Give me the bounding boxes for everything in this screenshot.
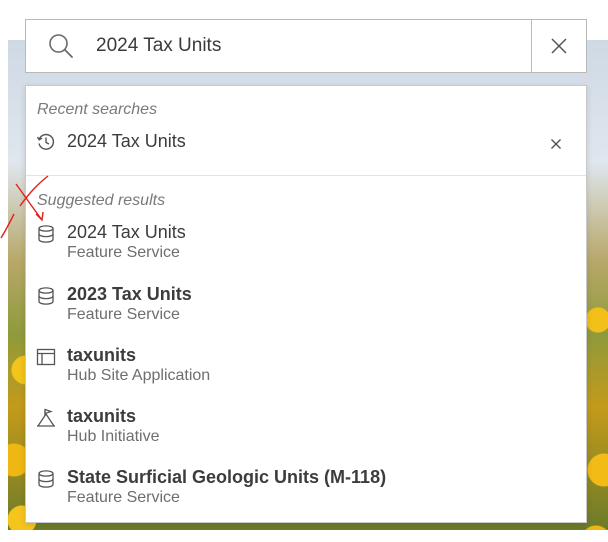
search-suggestions-dropdown: Recent searches 2024 Tax Units Suggested… xyxy=(25,85,587,523)
suggested-result-item[interactable]: taxunits Hub Initiative xyxy=(26,406,586,464)
result-title: State Surficial Geologic Units (M-118) xyxy=(67,467,387,487)
database-icon xyxy=(38,287,54,305)
suggested-result-item[interactable]: 2023 Tax Units Feature Service xyxy=(26,284,586,342)
result-type: Feature Service xyxy=(67,489,180,506)
search-input[interactable] xyxy=(96,20,531,72)
layout-icon xyxy=(36,348,56,366)
recent-searches-heading: Recent searches xyxy=(37,101,158,118)
suggested-result-item[interactable]: taxunits Hub Site Application xyxy=(26,345,586,403)
search-icon xyxy=(26,20,96,72)
database-icon xyxy=(38,470,54,488)
close-icon xyxy=(551,38,567,54)
remove-recent-search-icon[interactable] xyxy=(548,136,564,152)
result-type: Hub Site Application xyxy=(67,367,211,384)
recent-search-item[interactable]: 2024 Tax Units xyxy=(26,124,586,162)
result-title: 2023 Tax Units xyxy=(67,284,192,304)
result-type: Feature Service xyxy=(67,306,180,323)
section-divider xyxy=(26,175,586,176)
suggested-results-heading: Suggested results xyxy=(37,192,166,209)
suggested-result-item[interactable]: 2024 Tax Units Feature Service xyxy=(26,222,586,280)
result-title: taxunits xyxy=(67,345,137,365)
flag-icon xyxy=(37,408,55,427)
history-icon xyxy=(36,133,55,150)
database-icon xyxy=(38,225,54,243)
result-type: Feature Service xyxy=(67,244,180,261)
result-title: 2024 Tax Units xyxy=(67,222,186,242)
result-title: taxunits xyxy=(67,406,137,426)
clear-search-button[interactable] xyxy=(531,20,586,72)
suggested-result-item[interactable]: State Surficial Geologic Units (M-118) F… xyxy=(26,467,586,525)
search-bar xyxy=(25,19,587,73)
recent-search-label: 2024 Tax Units xyxy=(67,131,186,151)
result-type: Hub Initiative xyxy=(67,428,160,445)
